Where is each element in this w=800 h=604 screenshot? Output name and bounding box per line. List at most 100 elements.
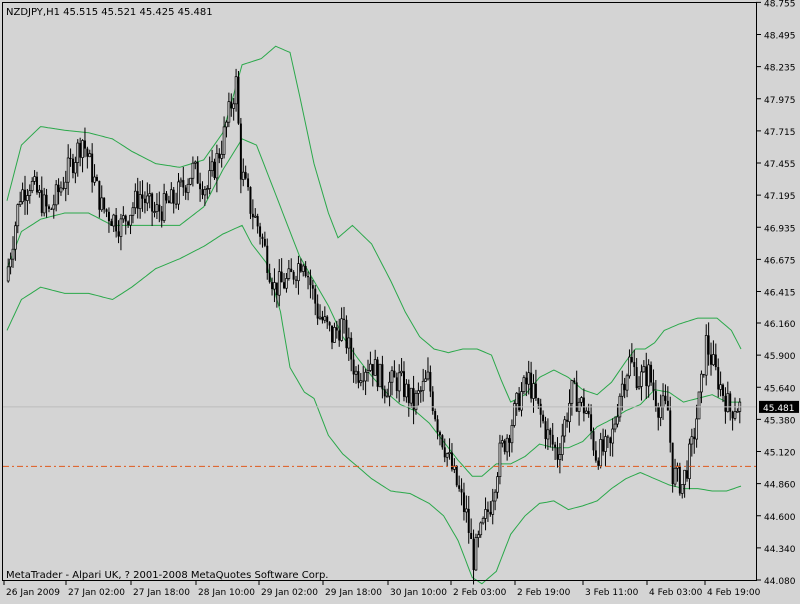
candle-body-down: [438, 432, 441, 436]
candle-body-up: [189, 177, 192, 185]
candle-body-up: [640, 371, 643, 387]
x-tick-label: 27 Jan 02:00: [68, 588, 125, 598]
candle-body-up: [424, 378, 427, 382]
candle-body-down: [573, 380, 576, 383]
candle-body-up: [388, 381, 391, 397]
candle-body-down: [693, 436, 696, 440]
candle-body-up: [52, 204, 56, 210]
candle-body-down: [566, 419, 569, 422]
candle-body-down: [654, 391, 657, 407]
candle-body-up: [364, 371, 367, 382]
candle-body-down: [335, 327, 338, 331]
candle-body-up: [26, 195, 29, 201]
candle-body-up: [426, 371, 430, 380]
candle-body-down: [98, 180, 101, 210]
candle-body-up: [625, 375, 629, 391]
candle-body-up: [9, 258, 12, 268]
candle-body-down: [434, 411, 437, 420]
candle-body-down: [331, 325, 334, 343]
candle-body-down: [664, 395, 667, 401]
candle-body-up: [155, 204, 159, 212]
candle-body-down: [251, 213, 254, 218]
candle-body-down: [707, 335, 710, 355]
candle-body-down: [549, 429, 552, 435]
chart-window[interactable]: 48.755 48.495 48.235 47.975 47.715 47.455 47.1…: [0, 0, 800, 600]
candle-body-down: [127, 221, 130, 226]
candle-body-down: [143, 198, 146, 203]
candle-body-down: [717, 367, 720, 390]
candle-body-up: [704, 335, 708, 376]
y-tick-label: 45.380: [764, 416, 796, 426]
candle-body-up: [148, 193, 152, 197]
candle-body-down: [666, 400, 669, 411]
candle-body-down: [525, 377, 528, 385]
candle-body-up: [419, 390, 423, 392]
candle-body-down: [686, 470, 689, 479]
candle-body-down: [117, 231, 120, 237]
candle-body-up: [373, 359, 377, 376]
candle-body-down: [722, 384, 725, 396]
candle-body-down: [678, 466, 681, 494]
candle-body-up: [510, 425, 514, 444]
candle-body-up: [688, 443, 691, 479]
candle-body-down: [328, 322, 331, 326]
y-tick-label: 47.975: [764, 96, 796, 106]
candle-body-down: [304, 265, 307, 277]
candle-body-up: [88, 153, 92, 158]
candle-body-up: [568, 402, 571, 423]
candle-body-down: [436, 419, 439, 433]
candle-body-down: [470, 532, 473, 539]
candle-body-up: [333, 327, 336, 343]
candle-body-up: [484, 509, 487, 519]
candle-body-up: [496, 476, 499, 493]
candle-body-down: [350, 337, 353, 360]
candle-body-down: [158, 204, 161, 212]
candle-body-up: [28, 190, 32, 196]
price-chart[interactable]: 48.755 48.495 48.235 47.975 47.715 47.455 47.1…: [0, 0, 800, 600]
candle-body-down: [345, 319, 348, 349]
candle-body-up: [225, 121, 228, 128]
x-tick-label: 26 Jan 2009: [6, 588, 60, 598]
candle-body-up: [30, 180, 34, 191]
candle-body-up: [733, 411, 737, 419]
candle-body-down: [671, 442, 674, 485]
candle-body-down: [326, 316, 329, 323]
candle-body-up: [405, 383, 408, 398]
candle-body-down: [633, 362, 636, 368]
x-tick-label: 27 Jan 18:00: [133, 588, 190, 598]
candle-body-up: [690, 436, 694, 445]
candle-body-down: [508, 438, 511, 443]
candle-body-down: [290, 268, 293, 272]
candle-body-up: [121, 215, 125, 220]
candle-body-down: [458, 485, 461, 489]
candle-body-down: [263, 238, 266, 246]
y-tick-label: 44.340: [764, 545, 796, 555]
y-tick-label: 45.900: [764, 352, 796, 362]
candle-body-up: [628, 356, 631, 377]
y-tick-label: 48.755: [764, 0, 796, 9]
x-tick-label: 30 Jan 10:00: [390, 588, 447, 598]
candle-body-up: [385, 395, 389, 398]
candle-body-down: [237, 76, 240, 124]
candle-body-down: [431, 391, 434, 412]
candle-body-down: [441, 435, 444, 448]
candle-body-up: [277, 271, 281, 296]
y-tick-label: 46.160: [764, 320, 796, 330]
candle-body-up: [515, 392, 519, 405]
candle-body-down: [292, 271, 295, 280]
x-tick-label: 2 Feb 03:00: [453, 588, 507, 598]
candle-body-down: [551, 434, 554, 445]
candle-body-down: [597, 460, 600, 466]
candle-body-down: [35, 176, 38, 193]
candle-body-up: [570, 380, 574, 404]
candle-body-up: [131, 207, 135, 216]
candle-body-up: [616, 416, 619, 425]
candle-body-up: [33, 176, 36, 182]
candle-body-up: [498, 442, 502, 478]
candle-body-down: [623, 384, 626, 391]
candle-body-up: [177, 181, 180, 205]
candle-body-down: [489, 511, 492, 515]
candle-body-down: [311, 285, 314, 289]
candle-body-up: [301, 265, 305, 272]
candle-body-down: [218, 153, 221, 159]
